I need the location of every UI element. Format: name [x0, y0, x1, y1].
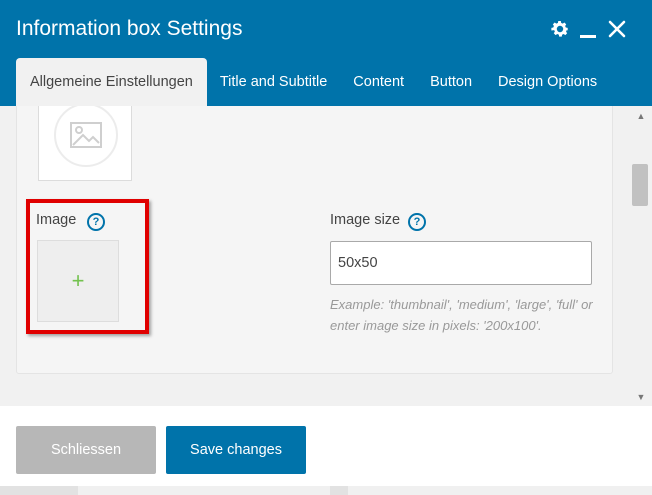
- save-button[interactable]: Save changes: [166, 426, 306, 474]
- tab-content[interactable]: Content: [340, 58, 417, 106]
- tab-design-options[interactable]: Design Options: [485, 58, 610, 106]
- image-size-help-icon[interactable]: ?: [408, 213, 426, 231]
- close-icon[interactable]: [606, 18, 628, 40]
- minimize-icon[interactable]: [577, 18, 599, 40]
- dialog-footer: Schliessen Save changes: [0, 406, 652, 486]
- dialog-title: Information box Settings: [16, 17, 243, 40]
- background-page-strip: [0, 486, 652, 495]
- image-size-hint: Example: 'thumbnail', 'medium', 'large',…: [330, 297, 593, 333]
- scrollbar[interactable]: ▲ ▼: [630, 106, 652, 406]
- image-placeholder-icon: [54, 106, 118, 167]
- image-size-label: Image size: [330, 212, 401, 228]
- scrollbar-thumb[interactable]: [632, 164, 648, 206]
- image-size-input[interactable]: [330, 241, 592, 285]
- tab-button[interactable]: Button: [417, 58, 485, 106]
- highlight-box: [26, 199, 149, 334]
- settings-dialog: Information box Settings Allgemeine Eins…: [0, 0, 652, 495]
- dialog-header: Information box Settings Allgemeine Eins…: [0, 0, 652, 106]
- background-segment: [330, 486, 348, 495]
- gear-icon[interactable]: [549, 18, 571, 40]
- tab-title-and-subtitle[interactable]: Title and Subtitle: [207, 58, 340, 106]
- scroll-down-icon[interactable]: ▼: [635, 391, 647, 403]
- close-button[interactable]: Schliessen: [16, 426, 156, 474]
- tab-allgemeine-einstellungen[interactable]: Allgemeine Einstellungen: [16, 58, 207, 106]
- tab-bar: Allgemeine Einstellungen Title and Subti…: [16, 58, 610, 106]
- background-segment: [0, 486, 78, 495]
- scroll-up-icon[interactable]: ▲: [635, 110, 647, 122]
- image-preview-thumbnail[interactable]: [38, 106, 132, 181]
